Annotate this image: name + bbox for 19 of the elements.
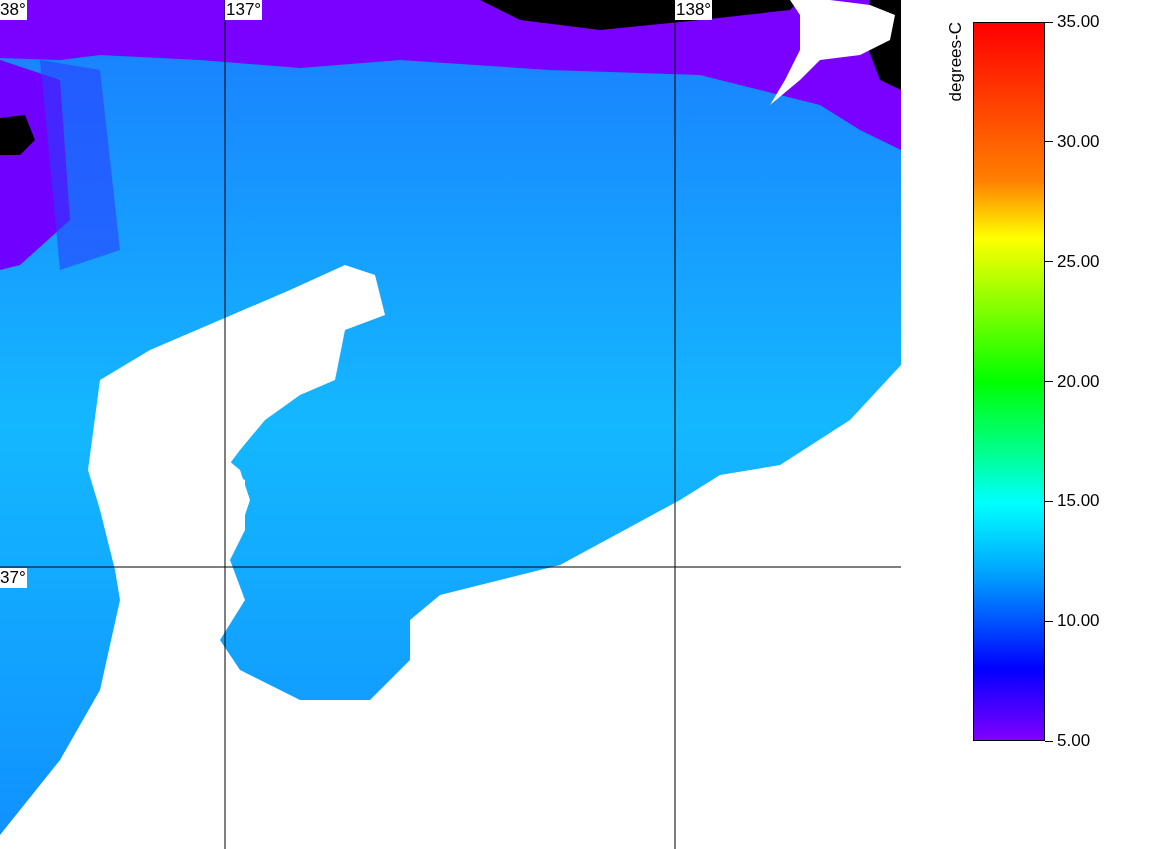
tick-mark [1045, 500, 1053, 502]
longitude-label: 138° [675, 0, 713, 20]
tick-label: 20.00 [1057, 371, 1100, 392]
colorbar-title: degrees-C [947, 22, 964, 102]
tick-label: 35.00 [1057, 12, 1100, 32]
tick-mark [1045, 740, 1053, 742]
tick-label: 25.00 [1057, 251, 1100, 272]
tick-label: 5.00 [1057, 731, 1091, 751]
tick-mark [1045, 620, 1053, 622]
tick-mark [1045, 381, 1053, 382]
latitude-label: 37° [0, 568, 27, 588]
tick-mark [1045, 21, 1053, 23]
latitude-label: 38° [0, 0, 27, 20]
longitude-label: 137° [225, 0, 263, 20]
tick-mark [1045, 261, 1053, 263]
tick-label: 30.00 [1057, 131, 1100, 152]
tick-label: 10.00 [1057, 611, 1100, 632]
tick-mark [1045, 141, 1053, 143]
tick-label: 15.00 [1057, 491, 1100, 512]
